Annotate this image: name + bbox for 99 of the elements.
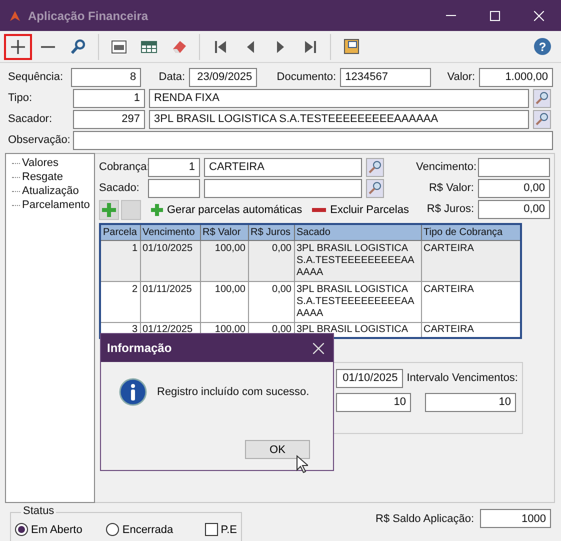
table-cell: 0,00 xyxy=(248,282,294,322)
help-button[interactable]: ? xyxy=(534,38,551,55)
table-cell: 3PL BRASIL LOGISTICA S.A.TESTEEEEEEEEEAAAAAA xyxy=(294,240,421,282)
input-field[interactable]: 0,00 xyxy=(478,200,550,218)
input-field[interactable]: 8 xyxy=(71,68,142,86)
lookup-button[interactable] xyxy=(366,178,384,198)
input-field[interactable]: 10 xyxy=(425,392,516,412)
close-icon xyxy=(534,10,544,20)
input-field[interactable]: 01/10/2025 xyxy=(336,368,403,388)
field-label: Tipo: xyxy=(8,92,34,104)
delete-installments-button[interactable]: Excluir Parcelas xyxy=(312,204,409,216)
skip-back-icon xyxy=(214,40,226,52)
eraser-icon xyxy=(172,40,186,52)
table-cell: 0,00 xyxy=(248,240,294,282)
table-cell: 3PL BRASIL LOGISTICA S.A.TESTEEEEEEEEEAAAAAA xyxy=(294,282,421,322)
magnifier-icon xyxy=(535,112,549,126)
table-cell: 1 xyxy=(100,240,140,282)
field-label: R$ Saldo Aplicação: xyxy=(376,512,474,524)
tree-item[interactable]: Atualização xyxy=(22,185,79,197)
table-row[interactable]: 1 01/10/2025 100,00 0,00 3PL BRASIL LOGISTICA S.A.TESTEEEEEEEEEAAAAAA CARTEIRA xyxy=(100,240,521,282)
table-cell: 01/11/2025 xyxy=(140,282,200,322)
status-radio[interactable]: Em Aberto xyxy=(15,523,82,536)
field-label: Valor: xyxy=(447,71,476,83)
input-field[interactable]: 1.000,00 xyxy=(479,68,554,86)
skip-forward-icon xyxy=(304,40,316,52)
input-field[interactable] xyxy=(204,178,362,198)
table-cell: CARTEIRA xyxy=(421,322,521,338)
field-label: Data: xyxy=(158,71,186,83)
field-label: Observação: xyxy=(8,134,69,146)
column-header: R$ Valor xyxy=(200,224,248,240)
table-cell: 100,00 xyxy=(200,240,248,282)
table-cell: 01/10/2025 xyxy=(140,240,200,282)
input-field[interactable]: RENDA FIXA xyxy=(149,88,529,108)
field-label: Sacador: xyxy=(8,113,54,125)
lookup-button[interactable] xyxy=(366,158,384,176)
dialog-message: Registro incluído com sucesso. xyxy=(157,386,310,398)
column-header: Parcela xyxy=(100,224,140,240)
lookup-button[interactable] xyxy=(533,88,551,108)
plus-icon xyxy=(151,204,163,216)
magnifier-icon xyxy=(368,181,382,195)
minus-icon xyxy=(312,208,326,212)
plus-icon xyxy=(11,40,25,54)
input-field[interactable] xyxy=(148,178,200,198)
minus-icon xyxy=(41,46,55,48)
input-field[interactable]: 10 xyxy=(336,392,411,412)
input-field[interactable]: 23/09/2025 xyxy=(189,68,258,86)
field-label: Intervalo Vencimentos: xyxy=(406,372,518,384)
mouse-cursor-icon xyxy=(296,455,308,473)
input-field[interactable]: 297 xyxy=(73,110,145,128)
input-field[interactable]: 1000 xyxy=(480,509,551,528)
close-icon xyxy=(312,342,324,354)
window-title: Aplicação Financeira xyxy=(28,8,150,22)
input-field[interactable]: 1 xyxy=(73,88,145,108)
input-field[interactable]: 1234567 xyxy=(340,68,432,86)
table-icon xyxy=(141,40,157,52)
status-radio[interactable]: Encerrada xyxy=(106,523,174,536)
book-icon xyxy=(344,39,358,54)
column-header: Sacado xyxy=(294,224,421,240)
minimize-icon xyxy=(446,15,456,16)
table-cell: CARTEIRA xyxy=(421,240,521,282)
maximize-icon xyxy=(490,10,500,20)
input-field[interactable]: 0,00 xyxy=(478,178,550,198)
dialog-title: Informação xyxy=(107,341,173,355)
magnifier-icon xyxy=(368,160,382,174)
generate-installments-button[interactable]: Gerar parcelas automáticas xyxy=(151,204,302,216)
field-label: Vencimento: xyxy=(416,161,474,173)
tree-item[interactable]: Parcelamento xyxy=(22,199,90,211)
field-label: R$ Valor: xyxy=(428,182,474,194)
pe-checkbox[interactable]: P.E xyxy=(204,523,237,536)
document-icon xyxy=(111,40,127,54)
table-row[interactable]: 2 01/11/2025 100,00 0,00 3PL BRASIL LOGISTICA S.A.TESTEEEEEEEEEAAAAAA CARTEIRA xyxy=(100,282,521,322)
magnifier-icon xyxy=(535,91,549,105)
triangle-right-icon xyxy=(276,40,284,52)
app-logo-icon xyxy=(8,8,22,22)
field-label: Sacado: xyxy=(99,182,140,194)
input-field[interactable]: CARTEIRA xyxy=(204,158,362,176)
table-cell: 2 xyxy=(100,282,140,322)
field-label: R$ Juros: xyxy=(426,203,474,215)
info-icon xyxy=(119,378,147,406)
table-cell: 100,00 xyxy=(200,282,248,322)
input-field[interactable]: 1 xyxy=(148,158,200,176)
lookup-button[interactable] xyxy=(533,110,551,128)
column-header: Vencimento xyxy=(140,224,200,240)
plus-icon xyxy=(102,203,116,217)
input-field[interactable]: 3PL BRASIL LOGISTICA S.A.TESTEEEEEEEEEAAAAAA xyxy=(149,110,529,128)
column-header: Tipo de Cobrança xyxy=(421,224,521,240)
ok-button[interactable]: OK xyxy=(245,440,310,459)
group-label: Status xyxy=(21,505,56,517)
plus-button[interactable] xyxy=(4,34,32,60)
table-cell: CARTEIRA xyxy=(421,282,521,322)
triangle-left-icon xyxy=(246,40,254,52)
tree-item[interactable]: Resgate xyxy=(22,171,63,183)
search-icon xyxy=(71,39,85,54)
input-field[interactable] xyxy=(73,130,553,150)
column-header: R$ Juros xyxy=(248,224,294,240)
input-field[interactable] xyxy=(478,158,550,176)
field-label: Documento: xyxy=(276,71,336,83)
tree-item[interactable]: Valores xyxy=(22,157,58,169)
field-label: Sequência: xyxy=(8,71,64,83)
